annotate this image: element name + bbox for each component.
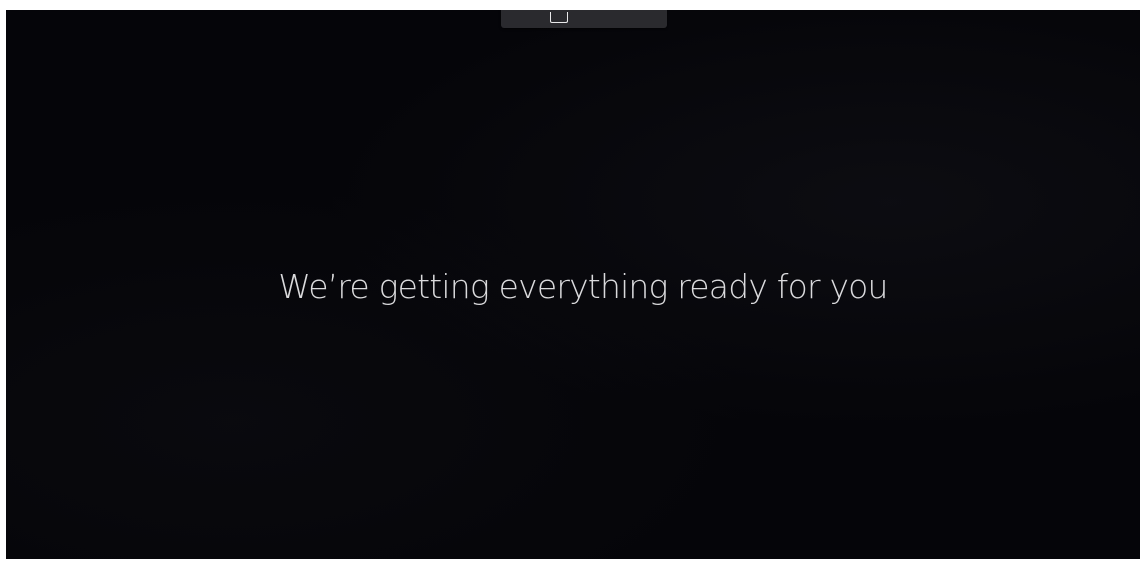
setup-screen: We’re getting everything ready for you	[6, 10, 1140, 559]
remote-session-toolbar[interactable]	[501, 10, 667, 28]
bottom-edge	[0, 559, 1145, 569]
setup-status-message: We’re getting everything ready for you	[278, 267, 888, 306]
minimize-window-icon[interactable]	[550, 12, 568, 23]
